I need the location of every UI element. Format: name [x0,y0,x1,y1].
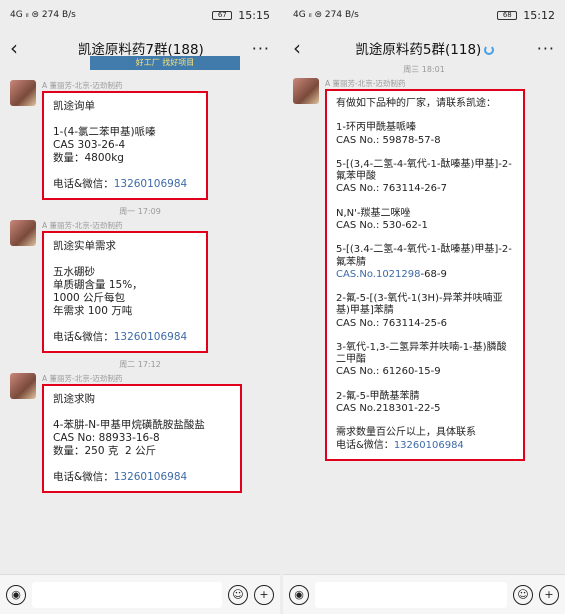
voice-icon[interactable]: ◉ [6,584,26,605]
right-screen: 4G ᵢₗ ⊜ 274 B/s 68 15:12 ‹ 凯途原料药5群(118) … [283,0,565,614]
status-time: 15:12 [523,8,555,22]
loading-icon [484,45,495,55]
more-icon[interactable]: ··· [537,39,555,58]
phone-number[interactable]: 13260106984 [114,471,188,483]
message-bubble[interactable]: 凯途询单 1-(4-氯二苯甲基)哌嗪 CAS 303-26-4 数量：4800k… [42,91,208,200]
input-bar: ◉ ☺ + [283,574,565,614]
message: A 董丽芳-北京-迈劲制药 有做如下品种的厂家，请联系凯途： 1-环丙甲酰基哌嗪… [283,78,565,461]
battery-icon: 67 [212,10,233,20]
phone-label: 电话&微信： [336,439,394,451]
avatar[interactable] [10,220,36,246]
more-icon[interactable]: ··· [252,39,270,58]
cas-tail: -68-9 [420,268,447,280]
left-screen: 4G ᵢₗ ⊜ 274 B/s 67 15:15 ‹ 凯途原料药7群(188) … [0,0,280,614]
chat-area[interactable]: A 董丽芳-北京-迈劲制药 凯途询单 1-(4-氯二苯甲基)哌嗪 CAS 303… [0,66,280,574]
plus-icon[interactable]: + [254,584,274,605]
chat-area[interactable]: 周三 18:01 A 董丽芳-北京-迈劲制药 有做如下品种的厂家，请联系凯途： … [283,65,565,574]
message-text-2: 2-氟-5-[(3-氧代-1(3H)-异苯并呋喃亚基)甲基]苯腈 CAS No.… [336,293,507,439]
sender-name: A 董丽芳-北京-迈劲制药 [42,221,123,230]
message: A 董丽芳-北京-迈劲制药 凯途求购 4-苯肼-N-甲基甲烷磺酰胺盐酸盐 CAS… [0,373,280,493]
phone-number[interactable]: 13260106984 [114,331,188,343]
back-icon[interactable]: ‹ [10,36,30,60]
avatar[interactable] [293,78,319,104]
avatar[interactable] [10,373,36,399]
message-input[interactable] [32,581,222,608]
status-network: 4G ᵢₗ ⊜ 274 B/s [293,10,359,20]
message-text: 有做如下品种的厂家，请联系凯途： 1-环丙甲酰基哌嗪 CAS No.: 5987… [336,98,512,268]
sender-name: A 董丽芳-北京-迈劲制药 [42,374,123,383]
chat-title: 凯途原料药7群(188) [77,42,204,58]
message-text: 凯途询单 1-(4-氯二苯甲基)哌嗪 CAS 303-26-4 数量：4800k… [53,100,156,164]
emoji-icon[interactable]: ☺ [228,584,248,605]
status-bar: 4G ᵢₗ ⊜ 274 B/s 67 15:15 [0,0,280,30]
phone-number[interactable]: 13260106984 [114,178,188,190]
message-bubble[interactable]: 凯途求购 4-苯肼-N-甲基甲烷磺酰胺盐酸盐 CAS No: 88933-16-… [42,384,242,493]
message: A 董丽芳-北京-迈劲制药 凯途实单需求 五水硼砂 单质硼含量 15%， 100… [0,220,280,353]
voice-icon[interactable]: ◉ [289,584,309,605]
sender-name: A 董丽芳-北京-迈劲制药 [325,79,406,88]
message: A 董丽芳-北京-迈劲制药 凯途询单 1-(4-氯二苯甲基)哌嗪 CAS 303… [0,80,280,200]
timestamp: 周二 17:12 [119,360,161,369]
status-network: 4G ᵢₗ ⊜ 274 B/s [10,10,76,20]
sender-name: A 董丽芳-北京-迈劲制药 [42,81,123,90]
screens: 4G ᵢₗ ⊜ 274 B/s 67 15:15 ‹ 凯途原料药7群(188) … [0,0,565,614]
back-icon[interactable]: ‹ [293,36,313,60]
chat-title: 凯途原料药5群(118) [355,38,495,58]
plus-icon[interactable]: + [539,584,559,605]
message-text: 凯途实单需求 五水硼砂 单质硼含量 15%， 1000 公斤每包 年需求 100… [53,240,143,317]
message-bubble[interactable]: 有做如下品种的厂家，请联系凯途： 1-环丙甲酰基哌嗪 CAS No.: 5987… [325,89,525,461]
status-bar: 4G ᵢₗ ⊜ 274 B/s 68 15:12 [283,0,565,30]
status-time: 15:15 [238,8,270,22]
timestamp: 周三 18:01 [403,65,445,74]
phone-label: 电话&微信： [53,331,114,343]
timestamp: 周一 17:09 [119,207,161,216]
input-bar: ◉ ☺ + [0,574,280,614]
phone-label: 电话&微信： [53,471,114,483]
phone-label: 电话&微信： [53,178,114,190]
message-input[interactable] [315,581,507,608]
cas-link[interactable]: CAS.No.1021298 [336,269,421,280]
emoji-icon[interactable]: ☺ [513,584,533,605]
avatar[interactable] [10,80,36,106]
message-text: 凯途求购 4-苯肼-N-甲基甲烷磺酰胺盐酸盐 CAS No: 88933-16-… [53,393,205,457]
battery-icon: 68 [497,10,518,20]
chat-title-text: 凯途原料药5群(118) [355,42,482,58]
title-bar: ‹ 凯途原料药5群(118) ··· [283,30,565,66]
phone-number[interactable]: 13260106984 [394,440,464,451]
message-bubble[interactable]: 凯途实单需求 五水硼砂 单质硼含量 15%， 1000 公斤每包 年需求 100… [42,231,208,353]
